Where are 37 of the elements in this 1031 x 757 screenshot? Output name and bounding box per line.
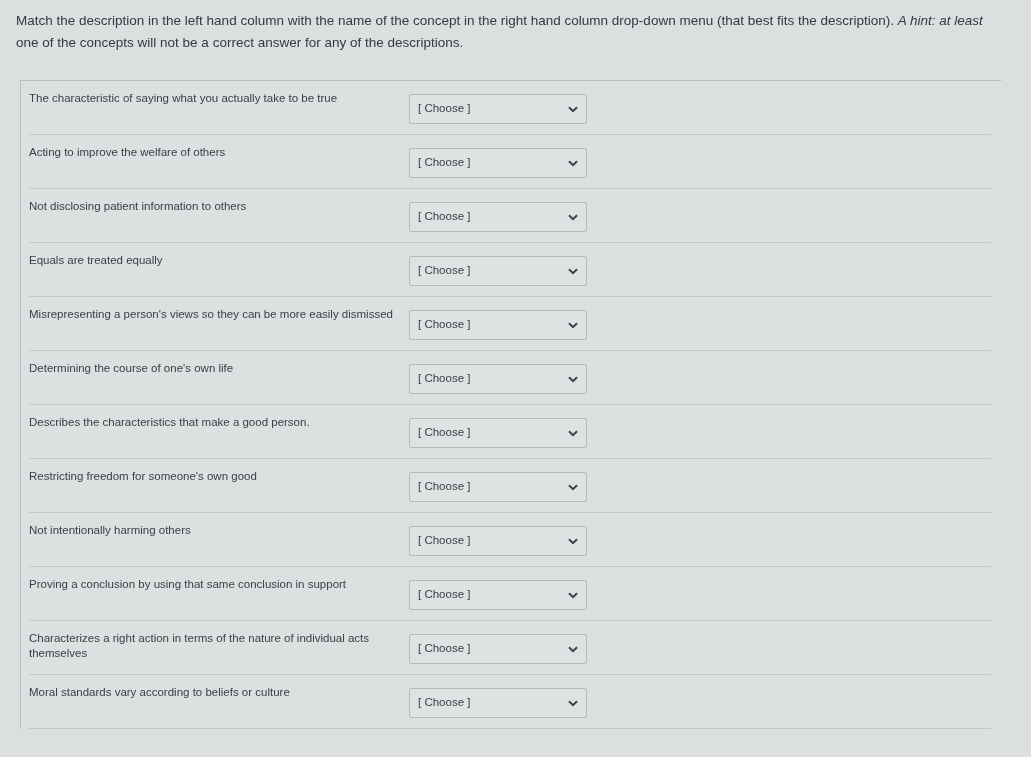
- instructions-text: Match the description in the left hand column with the name of the concept in the right hand column drop-down menu (that best fits the description). A hint: at least one of the concepts will not be a correct answer for any of the descriptions.: [15, 12, 984, 52]
- description-text: Acting to improve the welfare of others: [29, 145, 227, 160]
- answer-dropdown[interactable]: [ Choose ]: [409, 688, 587, 718]
- answer-dropdown[interactable]: [ Choose ]: [409, 526, 587, 556]
- answer-dropdown[interactable]: [ Choose ]: [409, 202, 587, 232]
- answer-dropdown[interactable]: [ Choose ]: [409, 364, 587, 394]
- answer-dropdown[interactable]: [ Choose ]: [409, 418, 587, 448]
- chevron-down-icon: [568, 699, 578, 707]
- description-text: Describes the characteristics that make a good person.: [29, 415, 311, 430]
- answer-dropdown[interactable]: [ Choose ]: [409, 256, 587, 286]
- chevron-down-icon: [568, 537, 578, 545]
- chevron-down-icon: [568, 159, 578, 167]
- description-text: Moral standards vary according to beliefs or culture: [29, 685, 291, 700]
- answer-dropdown[interactable]: [ Choose ]: [409, 94, 587, 124]
- answer-dropdown[interactable]: [ Choose ]: [409, 472, 587, 502]
- description-text: Restricting freedom for someone's own good: [29, 469, 258, 484]
- description-text: Characterizes a right action in terms of the nature of individual acts themselves: [29, 631, 371, 661]
- chevron-down-icon: [568, 375, 578, 383]
- description-text: Not intentionally harming others: [29, 523, 192, 538]
- description-text: Equals are treated equally: [29, 253, 164, 268]
- description-text: Misrepresenting a person's views so they can be more easily dismissed: [29, 307, 394, 322]
- answer-dropdown[interactable]: [ Choose ]: [409, 148, 587, 178]
- answer-dropdown[interactable]: [ Choose ]: [409, 580, 587, 610]
- description-text: Proving a conclusion by using that same conclusion in support: [29, 577, 348, 592]
- description-text: Not disclosing patient information to others: [29, 199, 248, 214]
- chevron-down-icon: [568, 213, 578, 221]
- answer-dropdown[interactable]: [ Choose ]: [409, 310, 587, 340]
- description-text: Determining the course of one's own life: [29, 361, 235, 376]
- chevron-down-icon: [568, 645, 578, 653]
- chevron-down-icon: [568, 429, 578, 437]
- chevron-down-icon: [568, 267, 578, 275]
- chevron-down-icon: [568, 483, 578, 491]
- chevron-down-icon: [568, 105, 578, 113]
- answer-dropdown[interactable]: [ Choose ]: [409, 634, 587, 664]
- description-text: The characteristic of saying what you actually take to be true: [29, 91, 339, 106]
- chevron-down-icon: [568, 321, 578, 329]
- chevron-down-icon: [568, 591, 578, 599]
